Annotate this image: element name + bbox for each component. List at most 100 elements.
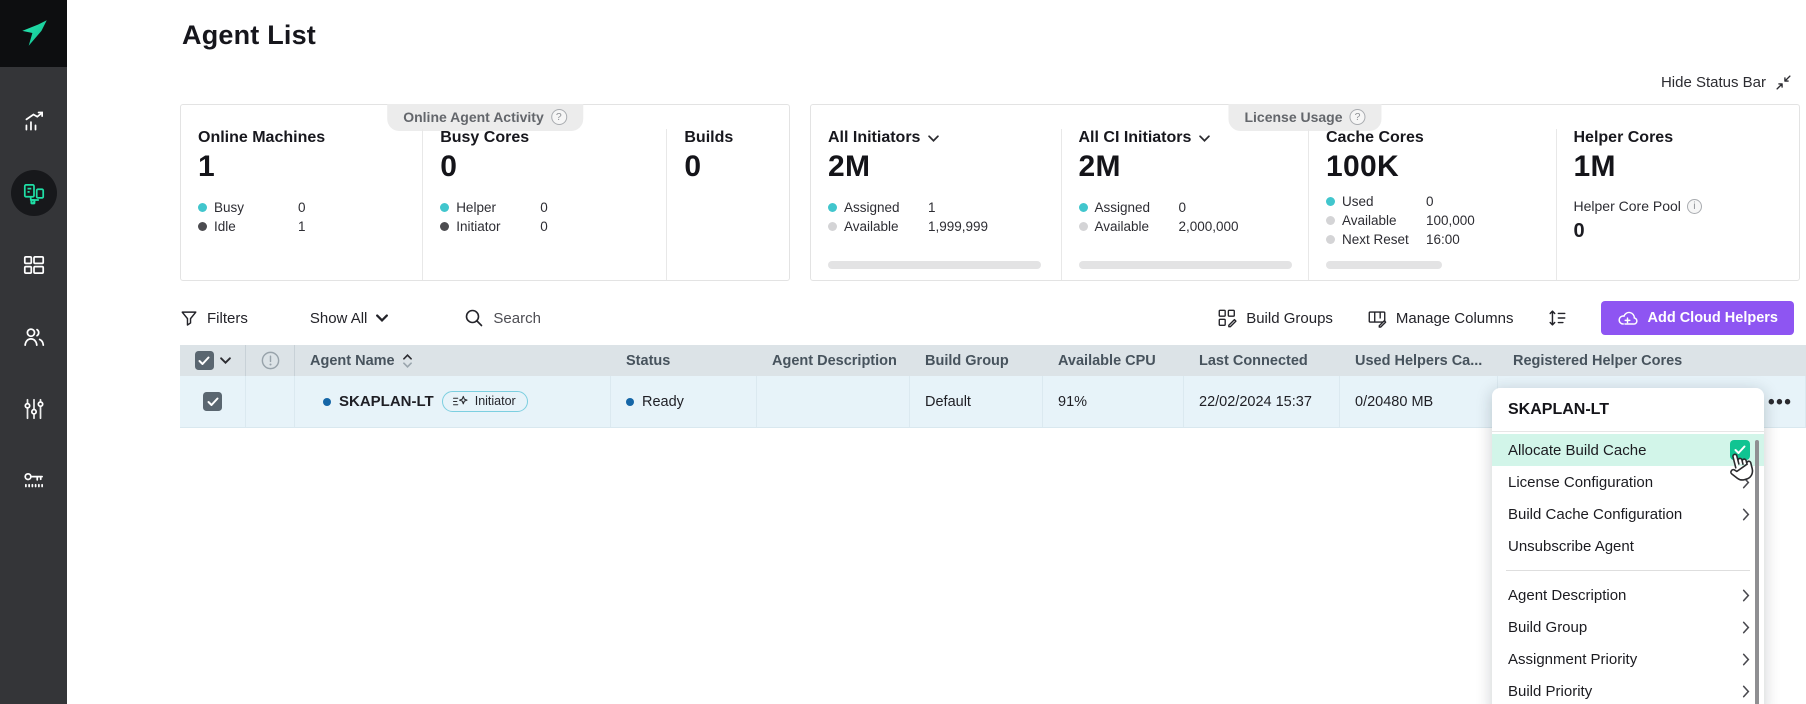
chevron-right-icon	[1742, 476, 1750, 489]
search-icon	[464, 308, 484, 328]
initiator-badge: Initiator	[442, 391, 528, 412]
menu-item-license-configuration[interactable]: License Configuration	[1492, 466, 1764, 498]
legend-row: Initiator0	[440, 219, 666, 234]
row-select-cell	[180, 376, 246, 427]
search-button[interactable]: Search	[464, 308, 541, 328]
build-groups-button[interactable]: Build Groups	[1217, 308, 1333, 328]
chevron-right-icon	[1742, 685, 1750, 698]
next-reset-dot	[1326, 235, 1335, 244]
build-groups-edit-icon	[1217, 308, 1237, 328]
usage-progress-bar	[1326, 261, 1442, 269]
menu-item-assignment-priority[interactable]: Assignment Priority	[1492, 643, 1764, 675]
help-icon[interactable]: ?	[551, 109, 567, 125]
column-header-agent-name[interactable]: Agent Name	[295, 345, 611, 376]
sort-icon[interactable]	[403, 354, 412, 368]
table-toolbar: Filters Show All Search Build Groups	[180, 300, 1794, 336]
row-status-cell: Ready	[611, 376, 757, 427]
menu-item-allocate-build-cache[interactable]: Allocate Build Cache	[1492, 434, 1764, 466]
context-menu-title: SKAPLAN-LT	[1492, 388, 1764, 432]
chevron-down-icon[interactable]	[1199, 135, 1210, 142]
column-header-available-cpu[interactable]: Available CPU	[1043, 345, 1184, 376]
busy-dot	[198, 203, 207, 212]
settings-sliders-icon	[21, 396, 47, 422]
filter-icon	[180, 309, 198, 327]
menu-item-build-cache-configuration[interactable]: Build Cache Configuration	[1492, 498, 1764, 530]
row-checkbox[interactable]	[203, 392, 222, 411]
helper-dot	[440, 203, 449, 212]
manage-columns-button[interactable]: Manage Columns	[1367, 308, 1514, 328]
available-dot	[828, 222, 837, 231]
row-build-group-cell: Default	[910, 376, 1043, 427]
usage-progress-bar	[1079, 261, 1292, 269]
column-header-status[interactable]: Status	[611, 345, 757, 376]
metric-title: Online Machines	[198, 129, 422, 147]
select-all-checkbox[interactable]	[195, 351, 214, 370]
check-icon	[207, 397, 219, 407]
chevron-down-icon[interactable]	[928, 135, 939, 142]
sidebar-item-license[interactable]	[0, 445, 67, 517]
legend-row: Next Reset16:00	[1326, 232, 1556, 247]
filters-button[interactable]: Filters	[180, 309, 248, 327]
analytics-icon	[21, 108, 47, 134]
idle-dot	[198, 222, 207, 231]
row-agent-description-cell	[757, 376, 910, 427]
menu-item-build-priority[interactable]: Build Priority	[1492, 675, 1764, 704]
chevron-down-icon	[376, 314, 388, 322]
legend-row: Helper0	[440, 200, 666, 215]
initiator-dot	[440, 222, 449, 231]
menu-item-agent-description[interactable]: Agent Description	[1492, 579, 1764, 611]
used-dot	[1326, 197, 1335, 206]
sidebar-item-settings[interactable]	[0, 373, 67, 445]
sidebar-item-build-groups[interactable]	[0, 229, 67, 301]
chevron-right-icon	[1742, 653, 1750, 666]
brand-logo-icon	[17, 17, 51, 51]
show-all-dropdown[interactable]: Show All	[310, 310, 389, 327]
license-key-icon	[21, 468, 47, 494]
agent-list-page: Agent List Hide Status Bar Online Agent …	[0, 0, 1806, 704]
row-more-actions-button[interactable]: •••	[1768, 392, 1792, 414]
app-logo	[0, 0, 67, 67]
column-header-last-connected[interactable]: Last Connected	[1184, 345, 1340, 376]
menu-item-build-group[interactable]: Build Group	[1492, 611, 1764, 643]
sidebar-item-agents[interactable]	[0, 157, 67, 229]
column-header-registered-helper-cores[interactable]: Registered Helper Cores	[1498, 345, 1806, 376]
helper-core-pool-label: Helper Core Pool	[1574, 198, 1681, 214]
agents-icon	[21, 180, 47, 206]
column-header-build-group[interactable]: Build Group	[910, 345, 1043, 376]
column-header-used-helpers[interactable]: Used Helpers Ca...	[1340, 345, 1498, 376]
sidebar-item-users[interactable]	[0, 301, 67, 373]
manage-columns-icon	[1367, 308, 1387, 328]
metric-all-initiators: All Initiators 2M Assigned1 Available1,9…	[811, 129, 1061, 280]
help-icon[interactable]: ?	[1350, 109, 1366, 125]
license-usage-label: License Usage	[1244, 109, 1342, 125]
allocate-build-cache-checkbox[interactable]	[1730, 440, 1750, 460]
row-last-connected-cell: 22/02/2024 15:37	[1184, 376, 1340, 427]
legend-row: Available1,999,999	[828, 219, 1061, 234]
hide-status-bar-button[interactable]: Hide Status Bar	[1661, 74, 1792, 91]
legend-row: Assigned0	[1079, 200, 1309, 215]
menu-item-unsubscribe-agent[interactable]: Unsubscribe Agent	[1492, 530, 1764, 562]
row-available-cpu-cell: 91%	[1043, 376, 1184, 427]
sort-order-button[interactable]	[1547, 308, 1567, 328]
metric-value: 0	[684, 150, 789, 184]
metric-value: 1	[198, 150, 422, 184]
legend-row: Busy0	[198, 200, 422, 215]
info-icon[interactable]: i	[1687, 199, 1702, 214]
menu-scrollbar[interactable]	[1755, 440, 1759, 704]
sidebar	[0, 0, 67, 704]
sidebar-nav	[0, 67, 67, 517]
agent-name: SKAPLAN-LT	[339, 393, 434, 410]
chevron-down-icon[interactable]	[220, 357, 231, 364]
metric-title: Busy Cores	[440, 129, 666, 147]
assigned-dot	[1079, 203, 1088, 212]
available-dot	[1079, 222, 1088, 231]
select-all-header	[180, 345, 246, 376]
column-header-agent-description[interactable]: Agent Description	[757, 345, 910, 376]
sidebar-item-dashboard[interactable]	[0, 85, 67, 157]
metric-value: 1M	[1574, 150, 1800, 184]
add-cloud-helpers-button[interactable]: Add Cloud Helpers	[1601, 301, 1794, 335]
metric-value: 0	[440, 150, 666, 184]
alerts-column-header[interactable]	[246, 345, 295, 376]
metric-busy-cores: Busy Cores 0 Helper0 Initiator0	[422, 129, 666, 280]
cloud-plus-icon	[1617, 310, 1638, 327]
